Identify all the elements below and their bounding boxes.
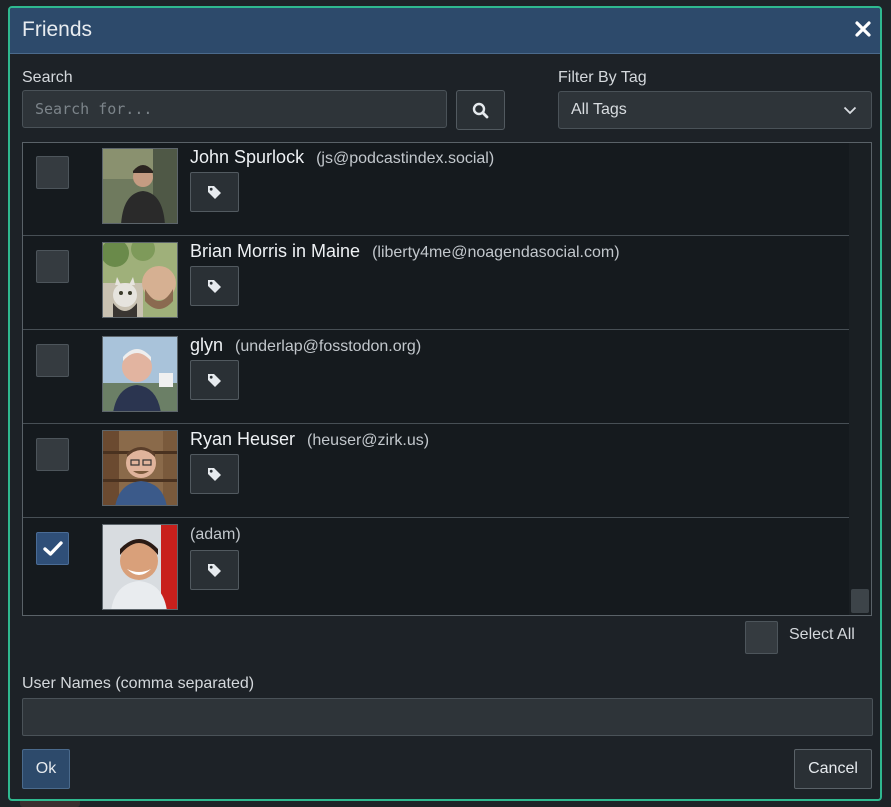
tag-button[interactable]	[190, 172, 239, 212]
friend-row: (adam)	[23, 519, 849, 615]
friend-display-name: John Spurlock	[190, 147, 305, 167]
avatar	[102, 524, 178, 610]
friend-handle: (js@podcastindex.social)	[316, 150, 495, 167]
friend-name: John Spurlock (js@podcastindex.social)	[190, 147, 494, 168]
tag-icon	[208, 468, 221, 481]
scrollbar-thumb[interactable]	[851, 589, 869, 613]
usernames-label: User Names (comma separated)	[22, 675, 255, 692]
tag-button[interactable]	[190, 550, 239, 590]
tag-icon	[208, 280, 221, 293]
friend-checkbox[interactable]	[36, 156, 69, 189]
cancel-button[interactable]: Cancel	[794, 749, 872, 789]
list-scrollbar[interactable]	[849, 143, 871, 615]
search-input[interactable]	[22, 90, 447, 128]
friend-handle: (underlap@fosstodon.org)	[235, 338, 422, 355]
tag-icon	[208, 564, 221, 577]
friend-checkbox[interactable]	[36, 438, 69, 471]
avatar	[102, 242, 178, 318]
select-all-checkbox[interactable]	[745, 621, 778, 654]
avatar	[102, 148, 178, 224]
close-button[interactable]	[852, 18, 874, 40]
friend-name: (adam)	[190, 523, 241, 544]
friend-display-name: Brian Morris in Maine	[190, 241, 361, 261]
friend-handle: (adam)	[190, 526, 241, 543]
avatar	[102, 336, 178, 412]
friend-display-name: glyn	[190, 335, 224, 355]
dialog-titlebar: Friends	[10, 8, 880, 54]
ok-button[interactable]: Ok	[22, 749, 70, 789]
friend-checkbox[interactable]	[36, 344, 69, 377]
friend-name: Ryan Heuser (heuser@zirk.us)	[190, 429, 429, 450]
filter-label: Filter By Tag	[558, 69, 647, 86]
dialog-title: Friends	[22, 18, 93, 41]
friend-row: Brian Morris in Maine (liberty4me@noagend…	[23, 237, 849, 330]
tag-filter-select[interactable]: All Tags	[558, 91, 872, 129]
search-button[interactable]	[456, 90, 505, 130]
checkmark-icon	[43, 541, 63, 556]
friend-display-name: Ryan Heuser	[190, 429, 296, 449]
search-label: Search	[22, 69, 73, 86]
search-icon	[472, 102, 489, 119]
friend-checkbox[interactable]	[36, 250, 69, 283]
usernames-input[interactable]	[22, 698, 873, 736]
friend-checkbox[interactable]	[36, 532, 69, 565]
tag-icon	[208, 374, 221, 387]
chevron-down-icon	[843, 106, 857, 115]
friend-handle: (heuser@zirk.us)	[307, 432, 430, 449]
tag-button[interactable]	[190, 360, 239, 400]
friend-name: Brian Morris in Maine (liberty4me@noagend…	[190, 241, 620, 262]
select-all-label: Select All	[789, 626, 855, 643]
friends-list[interactable]: John Spurlock (js@podcastindex.social) B…	[22, 142, 872, 616]
friend-row: Ryan Heuser (heuser@zirk.us)	[23, 425, 849, 518]
friends-dialog: Friends Search Filter By Tag All Tags	[8, 6, 882, 801]
friend-name: glyn (underlap@fosstodon.org)	[190, 335, 421, 356]
tag-icon	[208, 186, 221, 199]
friend-row: glyn (underlap@fosstodon.org)	[23, 331, 849, 424]
avatar	[102, 430, 178, 506]
friend-handle: (liberty4me@noagendasocial.com)	[372, 244, 620, 261]
tag-filter-value: All Tags	[571, 101, 627, 118]
tag-button[interactable]	[190, 454, 239, 494]
friend-row: John Spurlock (js@podcastindex.social)	[23, 143, 849, 236]
tag-button[interactable]	[190, 266, 239, 306]
close-icon	[855, 21, 871, 37]
